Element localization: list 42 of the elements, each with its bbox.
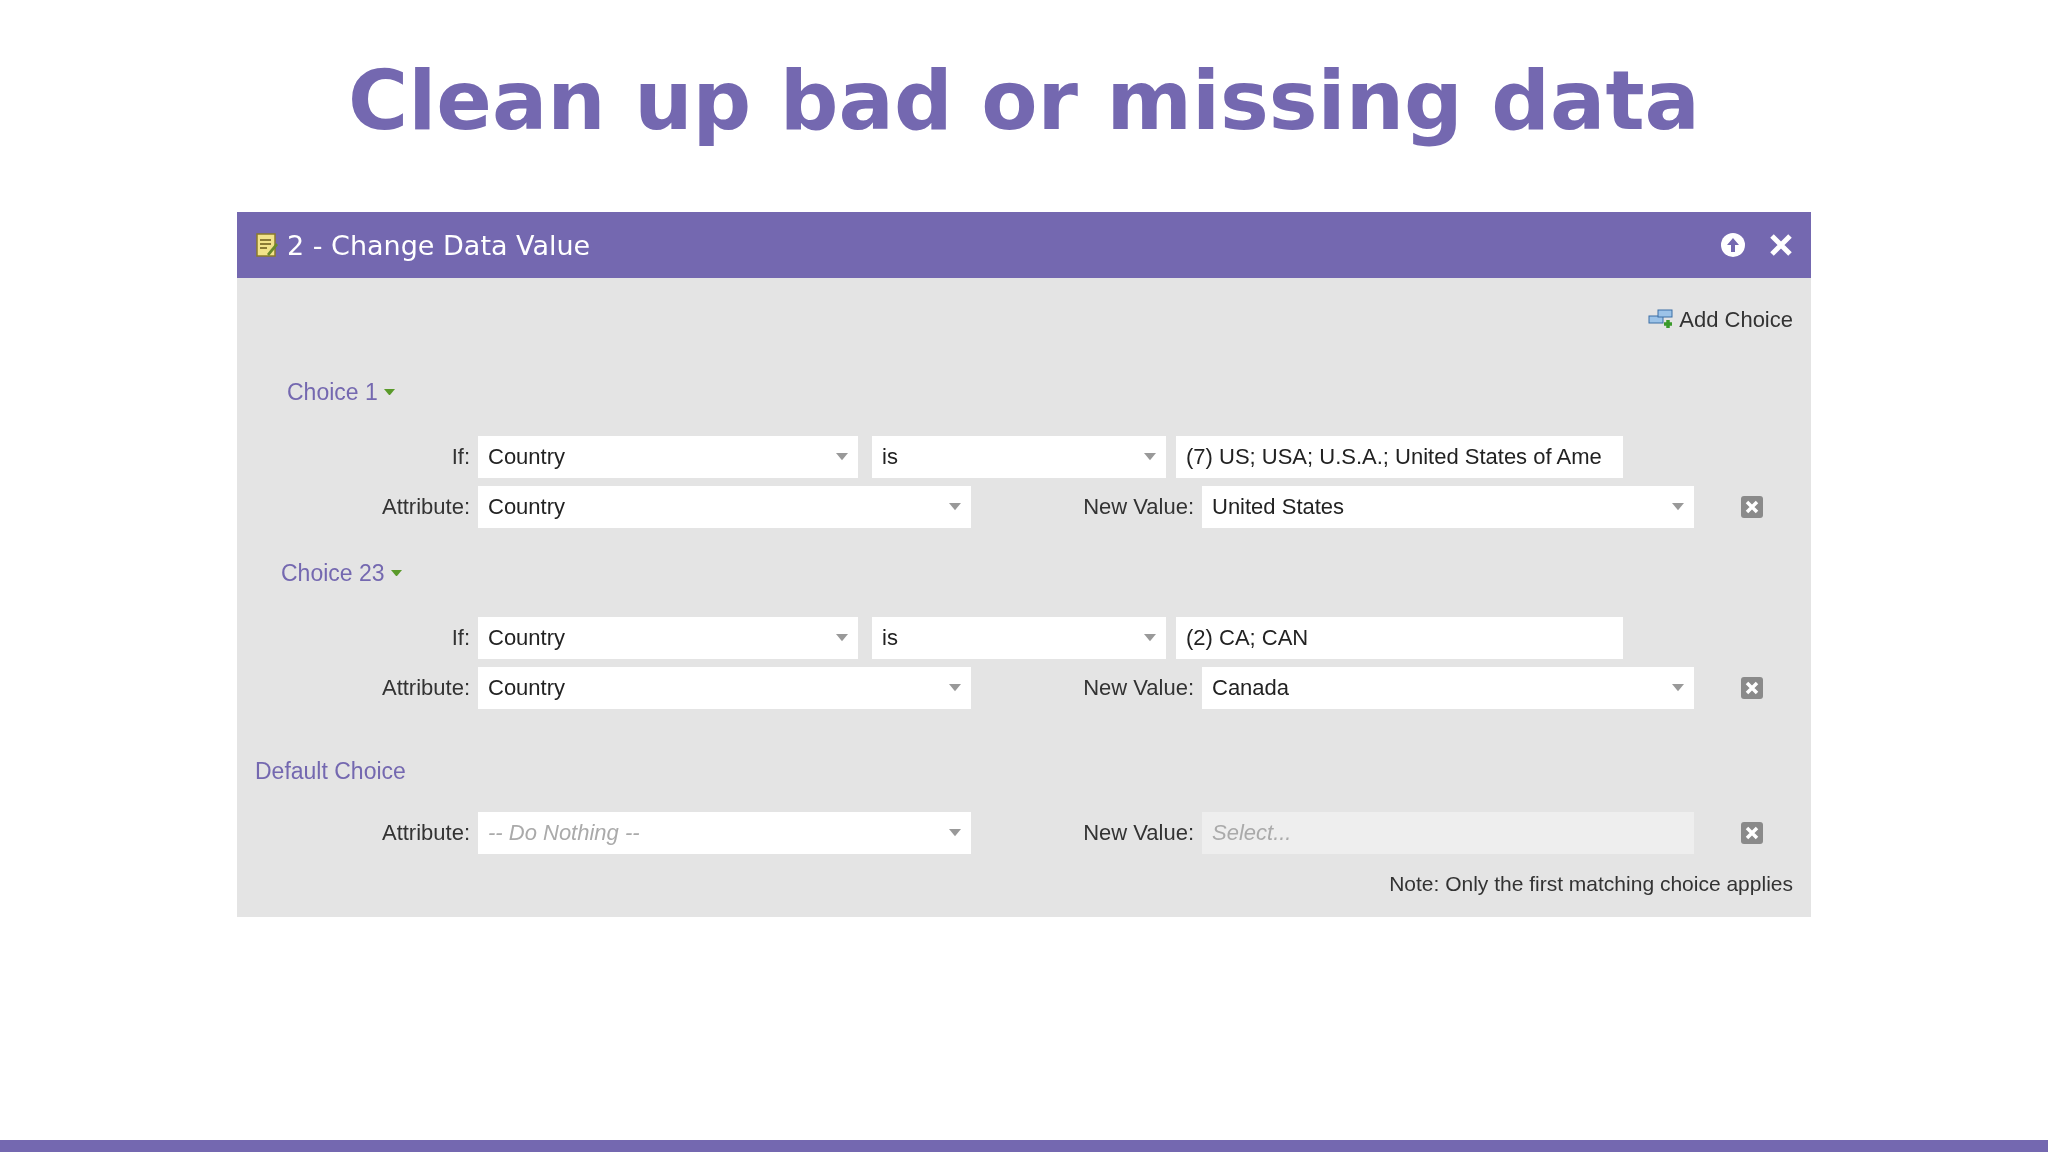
new-value-select[interactable]: Canada: [1202, 667, 1694, 709]
choice-label[interactable]: Default Choice: [255, 757, 406, 785]
field-label: If:: [450, 444, 471, 470]
values-field[interactable]: (7) US; USA; U.S.A.; United States of Ame: [1176, 436, 1623, 478]
caret-icon: [949, 684, 961, 692]
field-label: New Value:: [1082, 820, 1195, 846]
expand-caret-icon: [390, 569, 402, 577]
field-label: New Value:: [1082, 494, 1195, 520]
slide-title: Clean up bad or missing data: [348, 52, 1700, 150]
field-label: New Value:: [1082, 675, 1195, 701]
caret-icon: [836, 453, 848, 461]
delete-icon[interactable]: [1740, 821, 1764, 845]
caret-icon: [1144, 453, 1156, 461]
collapse-icon[interactable]: [1719, 231, 1747, 259]
choice-label[interactable]: Choice 23: [281, 559, 385, 587]
dialog-title: 2 - Change Data Value: [287, 229, 592, 261]
attribute-select[interactable]: Country: [478, 667, 971, 709]
notepad-icon: [255, 232, 279, 258]
values-field[interactable]: (2) CA; CAN: [1176, 617, 1623, 659]
field-label: Attribute:: [380, 494, 471, 520]
field-label: Attribute:: [380, 675, 471, 701]
delete-icon[interactable]: [1740, 495, 1764, 519]
caret-icon: [836, 634, 848, 642]
caret-icon: [949, 503, 961, 511]
caret-icon: [1672, 503, 1684, 511]
caret-icon: [1672, 684, 1684, 692]
caret-icon: [949, 829, 961, 837]
field-select[interactable]: Country: [478, 617, 858, 659]
operator-select[interactable]: is: [872, 617, 1166, 659]
choice-label[interactable]: Choice 1: [287, 378, 378, 406]
new-value-select[interactable]: United States: [1202, 486, 1694, 528]
expand-caret-icon: [383, 388, 395, 396]
field-label: Attribute:: [380, 820, 471, 846]
note-text: Note: Only the first matching choice applies: [1389, 872, 1793, 896]
close-icon[interactable]: [1769, 233, 1793, 257]
operator-select[interactable]: is: [872, 436, 1166, 478]
field-select[interactable]: Country: [478, 436, 858, 478]
caret-icon: [1144, 634, 1156, 642]
attribute-select[interactable]: Country: [478, 486, 971, 528]
field-label: If:: [450, 625, 471, 651]
delete-icon[interactable]: [1740, 676, 1764, 700]
add-choice-button[interactable]: Add Choice: [1648, 307, 1793, 333]
